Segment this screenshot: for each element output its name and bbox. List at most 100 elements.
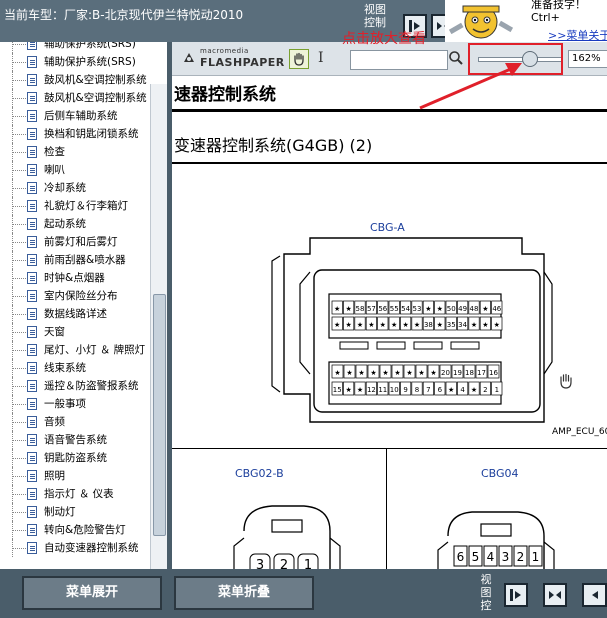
document-icon — [27, 452, 37, 464]
tree-item-label: 线束系统 — [44, 362, 86, 374]
tree-item-label: 前雾灯和后雾灯 — [44, 236, 118, 248]
pin-label: 15 — [333, 386, 342, 394]
pin-label: ★ — [345, 305, 351, 313]
tree-item[interactable]: 指示灯 ＆ 仪表 — [0, 485, 150, 503]
fit-width-icon — [549, 591, 561, 599]
tree-item[interactable]: 语音警告系统 — [0, 431, 150, 449]
pin-block-upper — [328, 293, 502, 339]
bottom-fit-button[interactable] — [543, 583, 567, 607]
flashpaper-logo-icon — [184, 53, 194, 62]
tree-item-label: 礼貌灯＆行李箱灯 — [44, 200, 128, 212]
tree-item[interactable]: 数据线路详述 — [0, 305, 150, 323]
menu-expand-button[interactable]: 菜单展开 — [22, 576, 162, 610]
pin-label: 19 — [453, 369, 462, 377]
pin-label: 9 — [403, 386, 407, 394]
tree-item[interactable]: 后侧车辅助系统 — [0, 107, 150, 125]
tree-item[interactable]: 转向&危险警告灯 — [0, 521, 150, 539]
tree-item[interactable]: 照明 — [0, 467, 150, 485]
text-select-tool[interactable]: I — [318, 50, 324, 66]
tree-item[interactable]: 尾灯、小灯 ＆ 牌照灯 — [0, 341, 150, 359]
tree-item-label: 室内保险丝分布 — [44, 290, 118, 302]
document-icon — [27, 236, 37, 248]
tree-item[interactable]: 礼貌灯＆行李箱灯 — [0, 197, 150, 215]
tree-item-label: 前雨刮器&喷水器 — [44, 254, 126, 266]
pin-label: 46 — [492, 305, 501, 313]
tree-item-label: 尾灯、小灯 ＆ 牌照灯 — [44, 344, 146, 356]
pin-label: ★ — [448, 386, 454, 394]
pin-label: 53 — [413, 305, 422, 313]
tree-item-label: 数据线路详述 — [44, 308, 107, 320]
tree-item[interactable]: 钥匙防盗系统 — [0, 449, 150, 467]
tree-item[interactable]: 音频 — [0, 413, 150, 431]
tree-item[interactable]: 喇叭 — [0, 161, 150, 179]
pin-label: ★ — [345, 386, 351, 394]
document-icon — [27, 92, 37, 104]
connector-key-slot — [413, 341, 443, 350]
pin-label: 57 — [367, 305, 376, 313]
tree-item[interactable]: 起动系统 — [0, 215, 150, 233]
bottom-back-button[interactable] — [582, 583, 607, 607]
tree-item-label: 辅助保护系统(SRS) — [44, 42, 136, 50]
search-icon[interactable] — [447, 49, 465, 67]
pin-label: 8 — [415, 386, 419, 394]
sidebar-scroll-thumb[interactable] — [153, 294, 166, 536]
pin-label: ★ — [391, 321, 397, 329]
pin-label: ★ — [437, 305, 443, 313]
tree-item[interactable]: 一般事项 — [0, 395, 150, 413]
pin-label: ★ — [334, 305, 340, 313]
zoom-annotation-text: 点击放大查看 — [342, 31, 426, 47]
tree-item[interactable]: 时钟&点烟器 — [0, 269, 150, 287]
view-control-label: 视图控制 — [364, 3, 386, 29]
tree-item[interactable]: 线束系统 — [0, 359, 150, 377]
pan-tool-button[interactable] — [289, 49, 309, 69]
tree-item[interactable]: 换档和钥匙闭锁系统 — [0, 125, 150, 143]
tree-item-label: 检查 — [44, 146, 65, 158]
tree-item[interactable]: 前雾灯和后雾灯 — [0, 233, 150, 251]
menu-about-link[interactable]: >>菜单关于 — [548, 27, 607, 43]
tree-item[interactable]: 室内保险丝分布 — [0, 287, 150, 305]
document-icon — [27, 434, 37, 446]
find-input[interactable] — [350, 50, 448, 70]
tree-item[interactable]: 冷却系统 — [0, 179, 150, 197]
tree-item-label: 制动灯 — [44, 506, 76, 518]
pin-label: 48 — [470, 305, 479, 313]
tree-item[interactable]: 制动灯 — [0, 503, 150, 521]
pin-label: 16 — [489, 369, 498, 377]
tree-item-label: 音频 — [44, 416, 65, 428]
connector-side-rib — [543, 271, 553, 375]
tree-item[interactable]: 天窗 — [0, 323, 150, 341]
left-connector-side — [329, 537, 341, 569]
pin-label: 49 — [458, 305, 467, 313]
pin-label: ★ — [368, 321, 374, 329]
right-pin-label: 4 — [487, 550, 495, 564]
tree-item[interactable]: 检查 — [0, 143, 150, 161]
right-connector-side — [543, 541, 555, 569]
document-icon — [27, 506, 37, 518]
pin-label: ★ — [406, 369, 412, 377]
sidebar-vertical-scrollbar[interactable] — [150, 84, 167, 569]
pin-label: ★ — [345, 321, 351, 329]
pin-label: 11 — [378, 386, 387, 394]
tree-item[interactable]: 辅助保护系统(SRS) — [0, 53, 150, 71]
tree-item[interactable]: 鼓风机&空调控制系统 — [0, 89, 150, 107]
menu-collapse-button[interactable]: 菜单折叠 — [174, 576, 314, 610]
bottom-toggle-button[interactable] — [504, 583, 528, 607]
tree-item-label: 喇叭 — [44, 164, 65, 176]
pin-label: 10 — [390, 386, 399, 394]
right-pin-label: 5 — [472, 550, 480, 564]
pin-label: 56 — [378, 305, 387, 313]
left-pin-label: 1 — [304, 558, 312, 569]
zoom-level-field[interactable]: 162% — [568, 50, 607, 68]
tree-item[interactable]: 自动变速器控制系统 — [0, 539, 150, 557]
pin-label: ★ — [471, 321, 477, 329]
tree-item-label: 鼓风机&空调控制系统 — [44, 92, 147, 104]
tree-item-label: 一般事项 — [44, 398, 86, 410]
bottom-view-control-label: 视图控 — [480, 573, 492, 612]
tree-item[interactable]: 遥控＆防盗警报系统 — [0, 377, 150, 395]
tree-item[interactable]: 鼓风机&空调控制系统 — [0, 71, 150, 89]
tree-item-label: 照明 — [44, 470, 65, 482]
tree-item[interactable]: 辅助保护系统(SRS) — [0, 42, 150, 53]
pin-label: ★ — [334, 321, 340, 329]
tree-item[interactable]: 前雨刮器&喷水器 — [0, 251, 150, 269]
pin-label: 6 — [438, 386, 443, 394]
